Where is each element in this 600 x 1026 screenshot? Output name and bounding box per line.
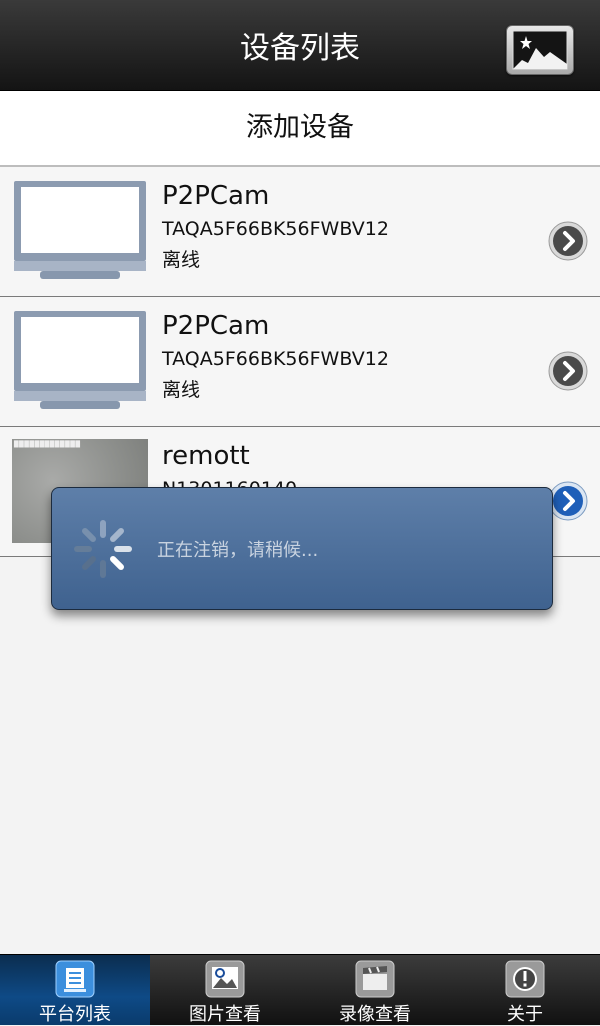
device-name: remott (162, 441, 250, 471)
tab-platform-list[interactable]: 平台列表 (0, 955, 150, 1025)
gallery-button[interactable] (506, 25, 574, 75)
loading-dialog: 正在注销，请稍候... (51, 487, 553, 610)
title-bar: 设备列表 (0, 0, 600, 91)
about-icon (505, 960, 545, 998)
device-detail-button[interactable] (548, 481, 588, 521)
tab-label: 录像查看 (339, 1004, 411, 1025)
bottom-tab-bar: 平台列表 图片查看 录像查看 关于 (0, 954, 600, 1025)
tab-label: 关于 (507, 1004, 543, 1025)
device-detail-button[interactable] (548, 351, 588, 391)
chevron-right-icon (548, 351, 588, 391)
device-id: TAQA5F66BK56FWBV12 (162, 348, 389, 370)
video-view-icon (355, 960, 395, 998)
tab-label: 平台列表 (39, 1004, 111, 1025)
loading-spinner-icon (74, 520, 132, 578)
snapshot-timestamp: █████████████ (14, 441, 81, 448)
chevron-right-icon (548, 481, 588, 521)
device-name: P2PCam (162, 311, 270, 341)
gallery-icon (512, 30, 568, 70)
device-id: TAQA5F66BK56FWBV12 (162, 218, 389, 240)
device-status: 离线 (162, 249, 201, 271)
device-list-item[interactable]: P2PCam TAQA5F66BK56FWBV12 离线 (0, 297, 600, 427)
monitor-icon (14, 181, 146, 279)
device-status: 离线 (162, 379, 201, 401)
device-detail-button[interactable] (548, 221, 588, 261)
add-device-button[interactable]: 添加设备 (0, 91, 600, 167)
tab-picture-view[interactable]: 图片查看 (150, 955, 300, 1025)
dialog-message: 正在注销，请稍候... (157, 540, 319, 561)
picture-view-icon (205, 960, 245, 998)
tab-about[interactable]: 关于 (450, 955, 600, 1025)
tab-label: 图片查看 (189, 1004, 261, 1025)
monitor-icon (14, 311, 146, 409)
chevron-right-icon (548, 221, 588, 261)
device-name: P2PCam (162, 181, 270, 211)
device-list-item[interactable]: P2PCam TAQA5F66BK56FWBV12 离线 (0, 167, 600, 297)
tab-video-view[interactable]: 录像查看 (300, 955, 450, 1025)
platform-list-icon (55, 960, 95, 998)
